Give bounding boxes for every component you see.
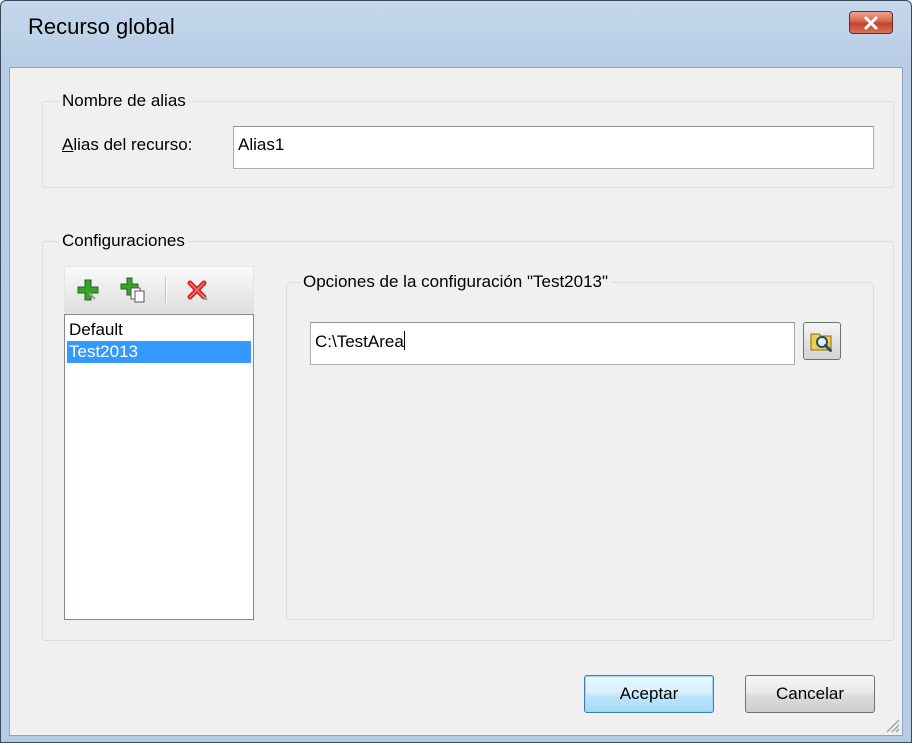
configurations-group-legend: Configuraciones [59,231,188,251]
configurations-list[interactable]: Default Test2013 [64,314,254,620]
text-caret [403,331,405,350]
dialog-window: Recurso global Nombre de alias Alias del… [0,0,912,743]
alias-group-legend: Nombre de alias [59,91,189,111]
alias-input[interactable]: Alias1 [233,126,874,169]
delete-config-icon[interactable] [185,277,211,303]
close-icon [864,16,878,29]
resize-grip-icon[interactable] [882,715,900,733]
window-title: Recurso global [28,14,175,39]
close-button[interactable] [849,11,893,34]
configurations-toolbar [64,266,254,314]
alias-input-value: Alias1 [238,135,285,154]
config-path-input[interactable]: C:\TestArea [310,322,795,365]
toolbar-separator [165,277,167,303]
config-path-value: C:\TestArea [315,332,404,351]
config-options-legend: Opciones de la configuración "Test2013" [300,272,612,292]
list-item-default[interactable]: Default [65,319,253,341]
dialog-client-area: Nombre de alias Alias del recurso: Alias… [9,67,903,736]
copy-config-icon[interactable] [120,277,146,303]
ok-button[interactable]: Aceptar [584,675,714,713]
alias-label-accelerator: A [62,135,74,154]
browse-folder-icon [810,333,832,352]
list-item-test2013[interactable]: Test2013 [67,341,251,363]
alias-label: Alias del recurso: [62,135,192,155]
add-config-icon[interactable] [75,277,101,303]
browse-button[interactable] [803,322,841,360]
cancel-button[interactable]: Cancelar [745,675,875,713]
alias-label-text: lias del recurso: [73,135,193,154]
